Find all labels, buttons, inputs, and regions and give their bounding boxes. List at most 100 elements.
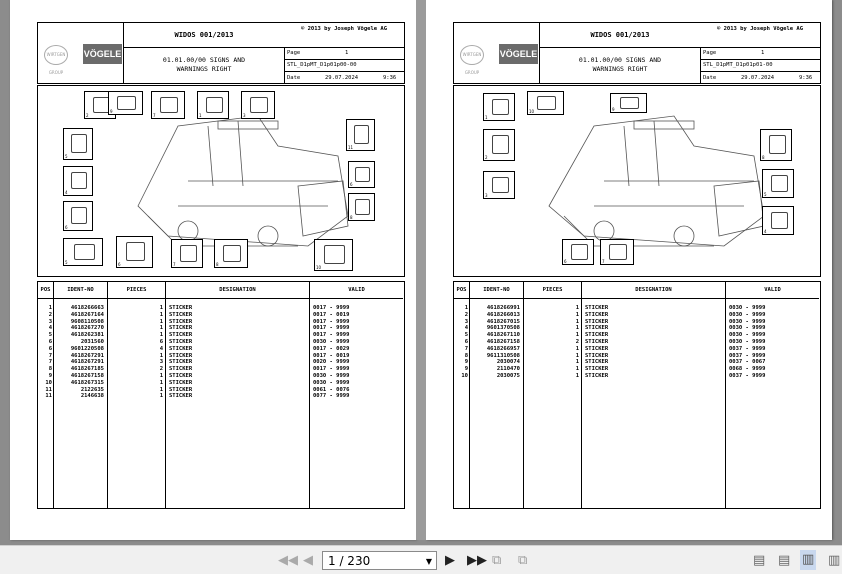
sticker-icon bbox=[92, 96, 110, 113]
date-row: Date 29.07.2024 9:36 bbox=[285, 72, 405, 85]
sticker-callout[interactable]: 4 bbox=[762, 206, 794, 235]
callout-number: 4 bbox=[764, 229, 767, 234]
pieces-cell: 1 bbox=[159, 393, 163, 400]
valid-cell: 0037 - 9999 bbox=[729, 373, 766, 379]
callout-number: 2 bbox=[485, 155, 488, 160]
sticker-callout[interactable]: 5 bbox=[762, 169, 794, 198]
page-selector[interactable]: 1 / 230 ▼ bbox=[322, 551, 437, 570]
sticker-callout[interactable]: 6 bbox=[348, 161, 375, 188]
last-page-icon[interactable]: ▶▶ bbox=[467, 554, 487, 568]
copyright: © 2013 by Joseph Vögele AG bbox=[716, 26, 804, 32]
valid-cell: 0077 - 9999 bbox=[313, 393, 350, 400]
section-title: 01.01.00/00 SIGNS AND WARNINGS RIGHT bbox=[124, 48, 284, 83]
sticker-callout[interactable]: 7 bbox=[600, 239, 634, 265]
parts-table: POS IDENT-NO PIECES DESIGNATION VALID 1 461826… bbox=[37, 281, 405, 509]
page-meta: Page 1 STL_D1pMT_D1p01p00-00 Date 29.07.2024… bbox=[284, 47, 405, 84]
rotate-left-icon[interactable]: ⧉ bbox=[492, 554, 501, 568]
column-header: POS bbox=[38, 282, 54, 299]
callout-number: 2 bbox=[86, 113, 89, 118]
sticker-callout[interactable]: 9 bbox=[610, 93, 647, 113]
column-header: DESIGNATION bbox=[582, 282, 726, 299]
column-header: VALID bbox=[726, 282, 819, 299]
sticker-icon bbox=[223, 244, 241, 262]
sticker-callout[interactable]: 6 bbox=[562, 239, 594, 265]
sticker-callout[interactable]: 8 bbox=[348, 193, 375, 221]
sticker-callout[interactable]: 7 bbox=[171, 239, 203, 268]
sticker-callout[interactable]: 10 bbox=[314, 239, 353, 271]
pdf-page: WIRTGEN GROUP VÖGELE WIDOS 001/2013 © 2013 … bbox=[10, 0, 416, 540]
sticker-callout[interactable]: 9 bbox=[108, 91, 143, 115]
section-title-line1: 01.01.00/00 SIGNS AND bbox=[162, 56, 246, 64]
prev-page-icon[interactable]: ◀ bbox=[303, 554, 313, 568]
table-row[interactable]: 10 2030075 1 STICKER 0037 - 9999 bbox=[454, 373, 820, 380]
callout-number: 1 bbox=[199, 113, 202, 118]
callout-number: 6 bbox=[350, 182, 353, 187]
pos-cell: 11 bbox=[45, 393, 52, 400]
sticker-callout[interactable]: 8 bbox=[214, 239, 248, 268]
sticker-callout[interactable]: 11 bbox=[346, 119, 375, 151]
column-header: DESIGNATION bbox=[166, 282, 310, 299]
callout-number: 8 bbox=[350, 215, 353, 220]
parts-diagram: 1 10 9 2 3 8 5 4 6 7 bbox=[453, 85, 821, 277]
sticker-callout[interactable]: 6 bbox=[116, 236, 153, 268]
callout-number: 11 bbox=[348, 145, 354, 150]
date-label: Date bbox=[287, 75, 301, 81]
chevron-down-icon: ▼ bbox=[425, 557, 432, 566]
voegele-logo: VÖGELE bbox=[499, 44, 538, 64]
continuous-view-icon[interactable]: ▤ bbox=[778, 554, 790, 568]
sticker-callout[interactable]: 3 bbox=[483, 171, 515, 199]
sticker-icon bbox=[324, 245, 345, 264]
two-page-continuous-view-icon[interactable]: ▥ bbox=[828, 554, 840, 568]
sticker-icon bbox=[125, 242, 146, 261]
sticker-callout[interactable]: 5 bbox=[63, 238, 103, 266]
sticker-icon bbox=[160, 96, 178, 113]
designation-cell: STICKER bbox=[169, 393, 193, 400]
ident-cell: 2146638 bbox=[80, 393, 104, 400]
sticker-callout[interactable]: 5 bbox=[63, 128, 93, 160]
sticker-icon bbox=[570, 244, 588, 260]
single-page-view-icon[interactable]: ▤ bbox=[753, 554, 765, 568]
next-page-icon[interactable]: ▶ bbox=[445, 554, 455, 568]
section-title-line2: WARNINGS RIGHT bbox=[592, 65, 648, 73]
callout-number: 3 bbox=[243, 113, 246, 118]
sticker-callout[interactable]: 2 bbox=[483, 129, 515, 161]
first-page-icon[interactable]: ◀◀ bbox=[278, 554, 298, 568]
page-meta: Page 1 STL_D1pMT_D1p01p01-00 Date 29.07.2024… bbox=[700, 47, 821, 84]
sticker-callout[interactable]: 1 bbox=[197, 91, 229, 119]
callout-number: 3 bbox=[485, 193, 488, 198]
sticker-callout[interactable]: 10 bbox=[527, 91, 564, 115]
sticker-callout[interactable]: 8 bbox=[760, 129, 792, 161]
voegele-logo: VÖGELE bbox=[83, 44, 122, 64]
page-row: Page 1 bbox=[285, 48, 405, 60]
sticker-callout[interactable]: 1 bbox=[483, 93, 515, 121]
sticker-icon bbox=[117, 95, 136, 111]
page-number: 1 bbox=[761, 50, 765, 56]
page-number: 1 bbox=[345, 50, 349, 56]
sticker-icon bbox=[768, 135, 786, 154]
page-selector-value: 1 / 230 bbox=[328, 554, 371, 568]
sticker-icon bbox=[609, 244, 627, 260]
callout-number: 6 bbox=[564, 259, 567, 264]
sticker-icon bbox=[73, 243, 95, 260]
sticker-callout[interactable]: 7 bbox=[151, 91, 185, 119]
sticker-icon bbox=[491, 176, 509, 193]
sticker-callout[interactable]: 4 bbox=[63, 166, 93, 196]
sticker-callout[interactable]: 6 bbox=[63, 201, 93, 231]
document-id: STL_D1pMT_D1p01p00-00 bbox=[287, 62, 357, 68]
callout-number: 9 bbox=[110, 109, 113, 114]
docid-row: STL_D1pMT_D1p01p01-00 bbox=[701, 60, 821, 72]
sticker-callout[interactable]: 3 bbox=[241, 91, 275, 119]
column-header: PIECES bbox=[524, 282, 582, 299]
ident-cell: 2030075 bbox=[496, 373, 520, 379]
pdf-page: WIRTGEN GROUP VÖGELE WIDOS 001/2013 © 2013 … bbox=[426, 0, 832, 540]
wirtgen-logo: WIRTGEN GROUP bbox=[460, 45, 484, 75]
sticker-icon bbox=[619, 97, 640, 110]
table-row[interactable]: 11 2146638 1 STICKER 0077 - 9999 bbox=[38, 393, 404, 400]
sticker-icon bbox=[770, 174, 788, 192]
two-page-view-icon[interactable]: ▥ bbox=[800, 550, 817, 570]
rotate-right-icon[interactable]: ⧉ bbox=[518, 554, 527, 568]
callout-number: 7 bbox=[602, 259, 605, 264]
sticker-icon bbox=[71, 207, 87, 225]
callout-number: 1 bbox=[485, 115, 488, 120]
document-title: WIDOS 001/2013 bbox=[124, 23, 284, 48]
